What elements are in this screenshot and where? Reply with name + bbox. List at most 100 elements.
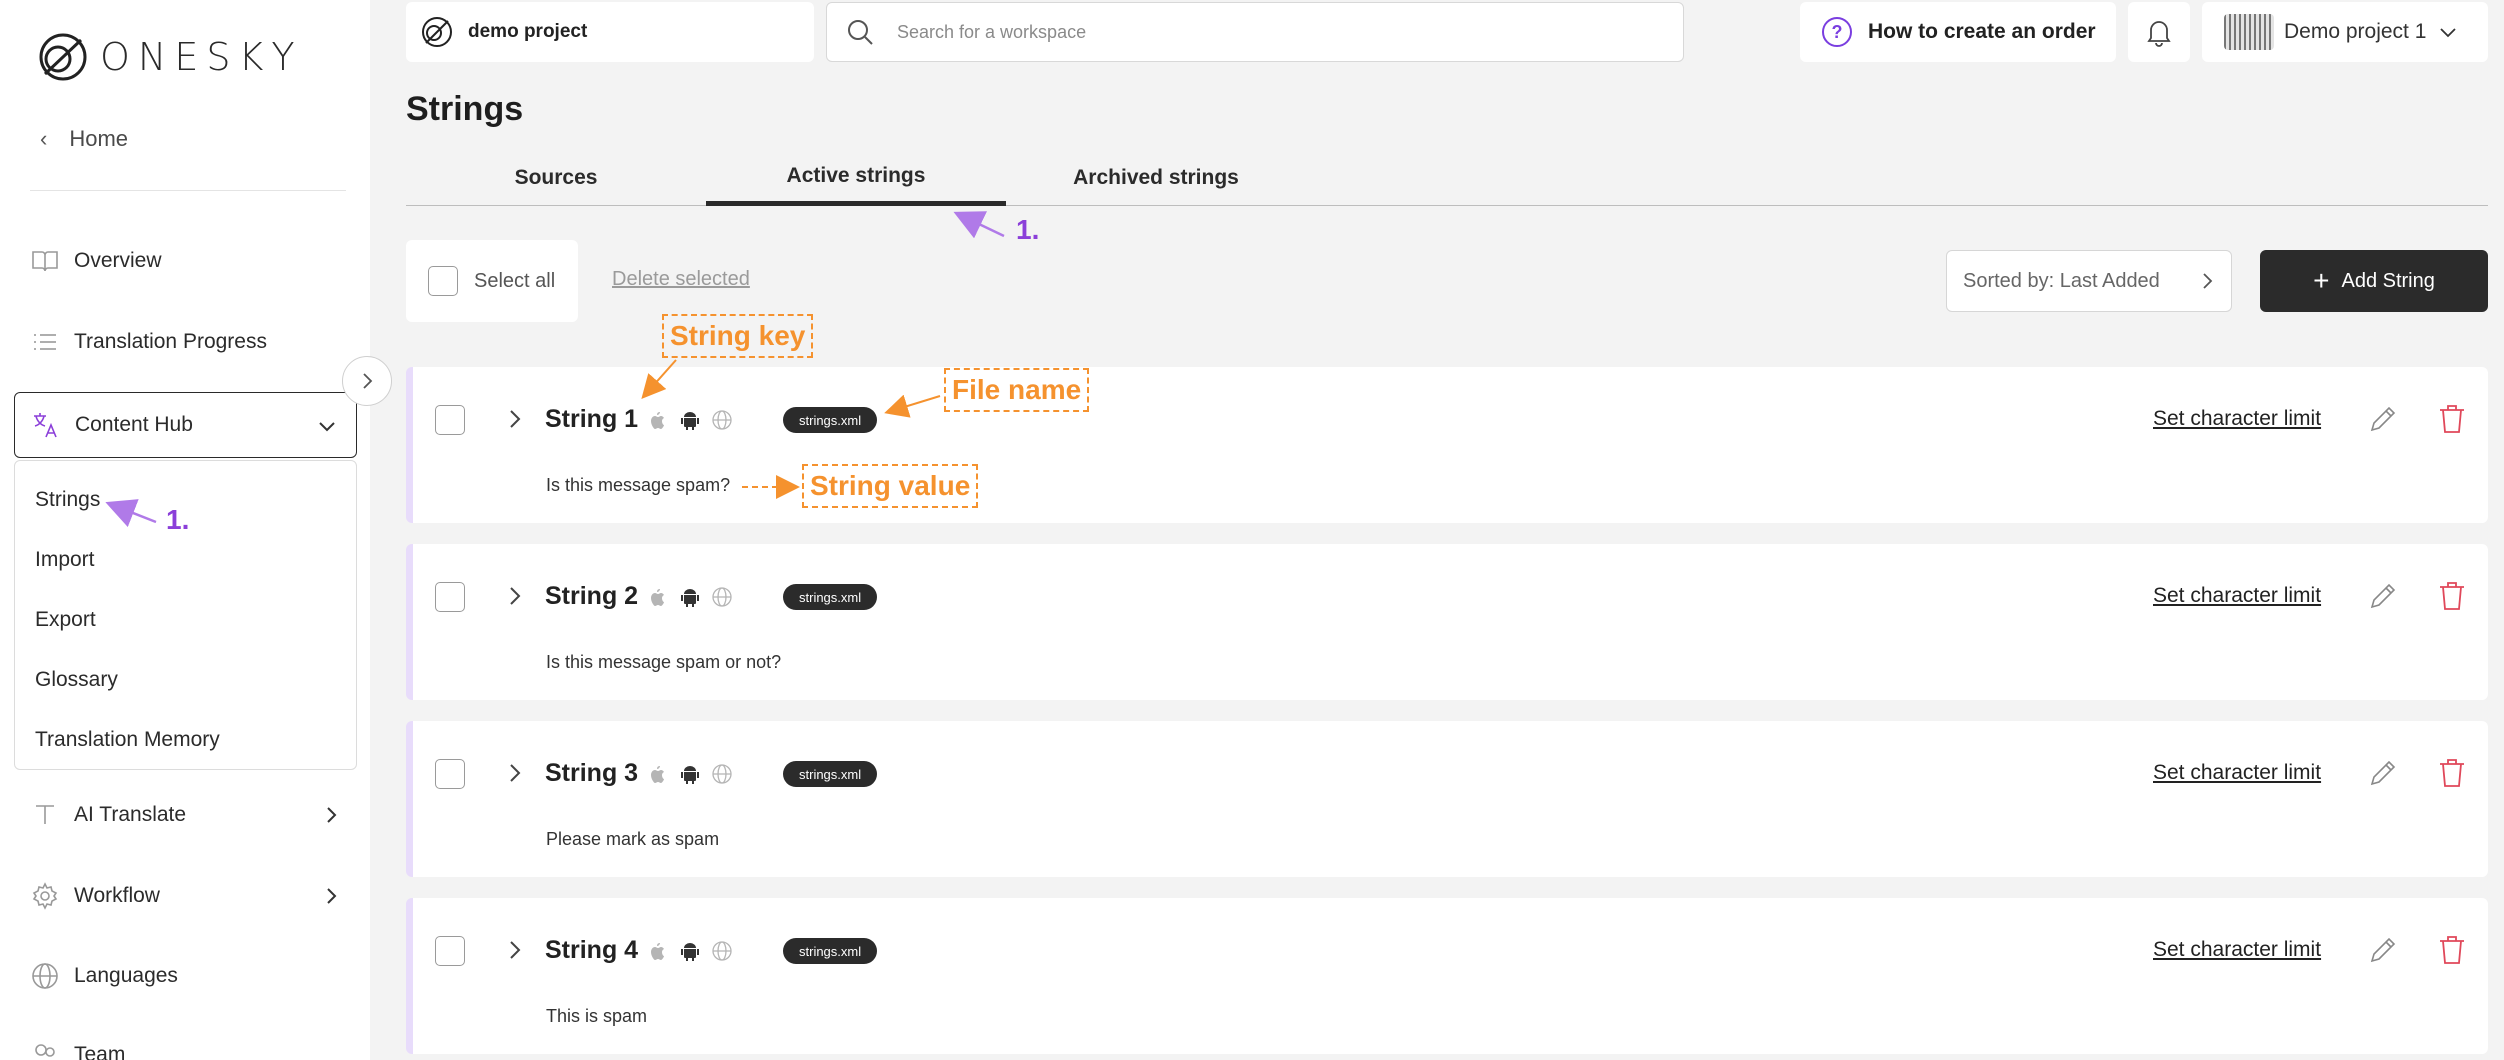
trash-icon[interactable] bbox=[2437, 757, 2467, 789]
trash-icon[interactable] bbox=[2437, 580, 2467, 612]
chevron-right-icon[interactable] bbox=[503, 584, 527, 608]
sidebar-item-label: Translation Progress bbox=[74, 330, 267, 353]
chevron-down-icon bbox=[2440, 28, 2457, 38]
string-key: String 3 bbox=[545, 759, 639, 787]
chevron-right-icon[interactable] bbox=[503, 761, 527, 785]
submenu-item-glossary[interactable]: Glossary bbox=[35, 668, 118, 692]
apple-icon bbox=[651, 589, 664, 606]
sidebar-collapse-button[interactable] bbox=[342, 356, 392, 406]
sort-label: Sorted by: Last Added bbox=[1963, 269, 2160, 292]
sidebar-item-label: Overview bbox=[74, 249, 162, 272]
string-card[interactable]: String 1 strings.xml Is this message spa… bbox=[406, 367, 2488, 523]
globe-icon bbox=[712, 941, 732, 961]
globe-icon bbox=[712, 410, 732, 430]
chevron-right-icon bbox=[363, 373, 373, 389]
sidebar-item-label: Content Hub bbox=[75, 413, 193, 436]
sidebar-item-languages[interactable]: Languages bbox=[30, 961, 178, 991]
annotation-step-menu: 1. bbox=[166, 504, 190, 535]
select-all-control[interactable]: Select all bbox=[406, 240, 578, 322]
globe-icon bbox=[32, 963, 58, 989]
string-card[interactable]: String 4 strings.xml This is spam Set ch… bbox=[406, 898, 2488, 1054]
onesky-logo-icon bbox=[39, 33, 87, 81]
sidebar-item-ai-translate[interactable]: AI Translate bbox=[30, 800, 337, 830]
string-checkbox[interactable] bbox=[435, 405, 465, 435]
tab-active-strings[interactable]: Active strings bbox=[706, 150, 1006, 206]
tab-sources[interactable]: Sources bbox=[406, 150, 706, 206]
chevron-right-icon bbox=[327, 807, 337, 823]
android-icon bbox=[681, 943, 699, 961]
chevron-right-icon[interactable] bbox=[503, 407, 527, 431]
pencil-icon[interactable] bbox=[2367, 757, 2399, 789]
pencil-icon[interactable] bbox=[2367, 580, 2399, 612]
sidebar-item-label: AI Translate bbox=[74, 803, 187, 826]
page-title: Strings bbox=[406, 90, 524, 128]
apple-icon bbox=[651, 943, 664, 960]
pencil-icon[interactable] bbox=[2367, 403, 2399, 435]
home-link[interactable]: ‹ Home bbox=[40, 126, 128, 152]
sort-dropdown[interactable]: Sorted by: Last Added bbox=[1946, 250, 2232, 312]
android-icon bbox=[681, 412, 699, 430]
pencil-icon[interactable] bbox=[2367, 934, 2399, 966]
string-value: This is spam bbox=[546, 1006, 648, 1026]
string-key: String 4 bbox=[545, 936, 639, 964]
string-checkbox[interactable] bbox=[435, 582, 465, 612]
submenu-item-strings[interactable]: Strings bbox=[35, 488, 100, 512]
select-all-label: Select all bbox=[474, 269, 556, 292]
set-character-limit-link[interactable]: Set character limit bbox=[2153, 938, 2321, 962]
project-selector[interactable]: demo project bbox=[406, 2, 814, 62]
set-character-limit-link[interactable]: Set character limit bbox=[2153, 584, 2321, 608]
account-switcher[interactable]: Demo project 1 bbox=[2202, 2, 2488, 62]
set-character-limit-link[interactable]: Set character limit bbox=[2153, 761, 2321, 785]
how-to-label: How to create an order bbox=[1868, 20, 2096, 43]
logo-text: ONESKY bbox=[100, 35, 303, 79]
string-value: Is this message spam? bbox=[546, 475, 731, 495]
tab-archived-strings[interactable]: Archived strings bbox=[1006, 150, 1306, 206]
select-all-checkbox[interactable] bbox=[428, 266, 458, 296]
submenu-item-translation-memory[interactable]: Translation Memory bbox=[35, 728, 220, 752]
add-string-button[interactable]: + Add String bbox=[2260, 250, 2488, 312]
apple-icon bbox=[651, 412, 664, 429]
string-checkbox[interactable] bbox=[435, 936, 465, 966]
submenu-item-import[interactable]: Import bbox=[35, 548, 95, 572]
search-input[interactable] bbox=[897, 21, 1597, 43]
sidebar-item-label: Team bbox=[74, 1043, 126, 1060]
chevron-down-icon bbox=[319, 422, 335, 432]
string-value: Please mark as spam bbox=[546, 829, 720, 849]
delete-selected-link[interactable]: Delete selected bbox=[612, 268, 750, 291]
file-name-badge: strings.xml bbox=[783, 584, 878, 610]
text-icon bbox=[36, 805, 54, 824]
sidebar-divider bbox=[30, 190, 346, 191]
sidebar-item-workflow[interactable]: Workflow bbox=[30, 881, 337, 911]
onesky-logo[interactable]: ONESKY bbox=[36, 30, 303, 84]
android-icon bbox=[681, 589, 699, 607]
string-value: Is this message spam or not? bbox=[546, 652, 782, 672]
string-card[interactable]: String 2 strings.xml Is this message spa… bbox=[406, 544, 2488, 700]
submenu-item-export[interactable]: Export bbox=[35, 608, 96, 632]
set-character-limit-link[interactable]: Set character limit bbox=[2153, 407, 2321, 431]
team-icon bbox=[35, 1044, 55, 1057]
sidebar-item-label: Languages bbox=[74, 964, 178, 987]
workspace-search[interactable] bbox=[826, 2, 1684, 62]
sidebar-item-overview[interactable]: Overview bbox=[30, 246, 162, 276]
string-checkbox[interactable] bbox=[435, 759, 465, 789]
globe-icon bbox=[712, 587, 732, 607]
globe-icon bbox=[712, 764, 732, 784]
how-to-create-order-button[interactable]: ? How to create an order bbox=[1800, 2, 2116, 62]
gear-icon bbox=[32, 882, 58, 910]
help-icon: ? bbox=[1822, 17, 1852, 47]
file-name-badge: strings.xml bbox=[783, 938, 878, 964]
notifications-button[interactable] bbox=[2128, 2, 2190, 62]
string-key: String 2 bbox=[545, 582, 639, 610]
string-card[interactable]: String 3 strings.xml Please mark as spam… bbox=[406, 721, 2488, 877]
sidebar-item-translation-progress[interactable]: Translation Progress bbox=[30, 327, 267, 357]
trash-icon[interactable] bbox=[2437, 403, 2467, 435]
chevron-right-icon[interactable] bbox=[503, 938, 527, 962]
string-tabs: Sources Active strings Archived strings bbox=[406, 150, 2488, 206]
trash-icon[interactable] bbox=[2437, 934, 2467, 966]
sidebar-item-content-hub[interactable]: Content Hub bbox=[14, 392, 357, 458]
sidebar-item-label: Workflow bbox=[74, 884, 160, 907]
translate-icon bbox=[34, 413, 57, 438]
project-name: demo project bbox=[468, 21, 588, 42]
sidebar-item-team[interactable]: Team bbox=[30, 1040, 125, 1060]
list-icon bbox=[34, 334, 56, 350]
